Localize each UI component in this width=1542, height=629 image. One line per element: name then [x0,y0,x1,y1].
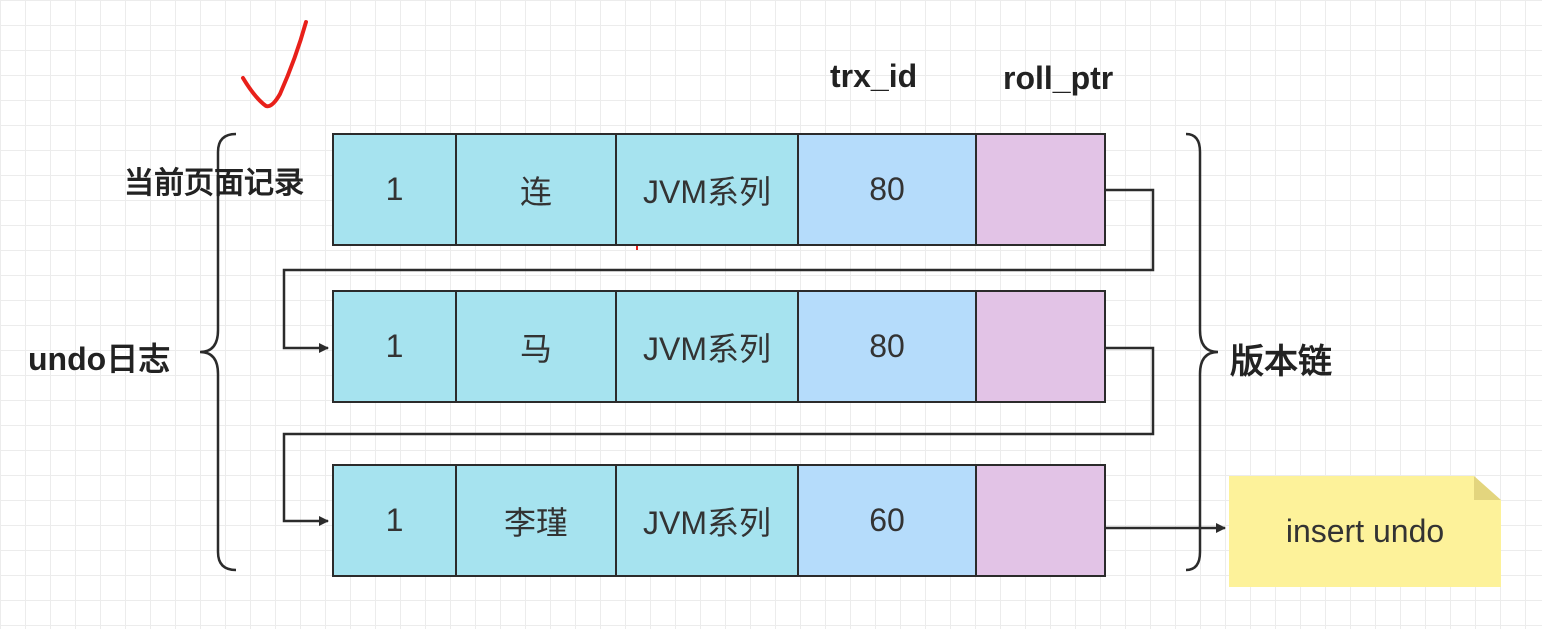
record-row-undo-1: 1 马 JVM系列 80 [332,290,1106,403]
cell-trx-id: 80 [799,135,977,244]
cell-id: 1 [334,135,457,244]
version-chain-label: 版本链 [1230,343,1332,381]
cell-id: 1 [334,466,457,575]
insert-undo-label: insert undo [1285,513,1445,549]
cell-course: JVM系列 [617,292,799,401]
cell-roll-ptr [977,135,1104,244]
cell-trx-id: 60 [799,466,977,575]
cell-course: JVM系列 [617,466,799,575]
cell-name: 马 [457,292,617,401]
cell-roll-ptr [977,466,1104,575]
cell-id: 1 [334,292,457,401]
current-record-label: 当前页面记录 [124,167,304,200]
cell-roll-ptr [977,292,1104,401]
record-row-undo-2: 1 李瑾 JVM系列 60 [332,464,1106,577]
checkmark-annotation [241,20,308,109]
record-row-current: 1 连 JVM系列 80 [332,133,1106,246]
cell-name: 连 [457,135,617,244]
cell-course: JVM系列 [617,135,799,244]
cell-trx-id: 80 [799,292,977,401]
header-roll-ptr: roll_ptr [1003,60,1114,96]
cell-name: 李瑾 [457,466,617,575]
undo-log-label: undo日志 [28,341,171,377]
right-brace [1185,132,1219,572]
insert-undo-note: insert undo [1229,476,1501,587]
header-trx-id: trx_id [830,58,918,94]
